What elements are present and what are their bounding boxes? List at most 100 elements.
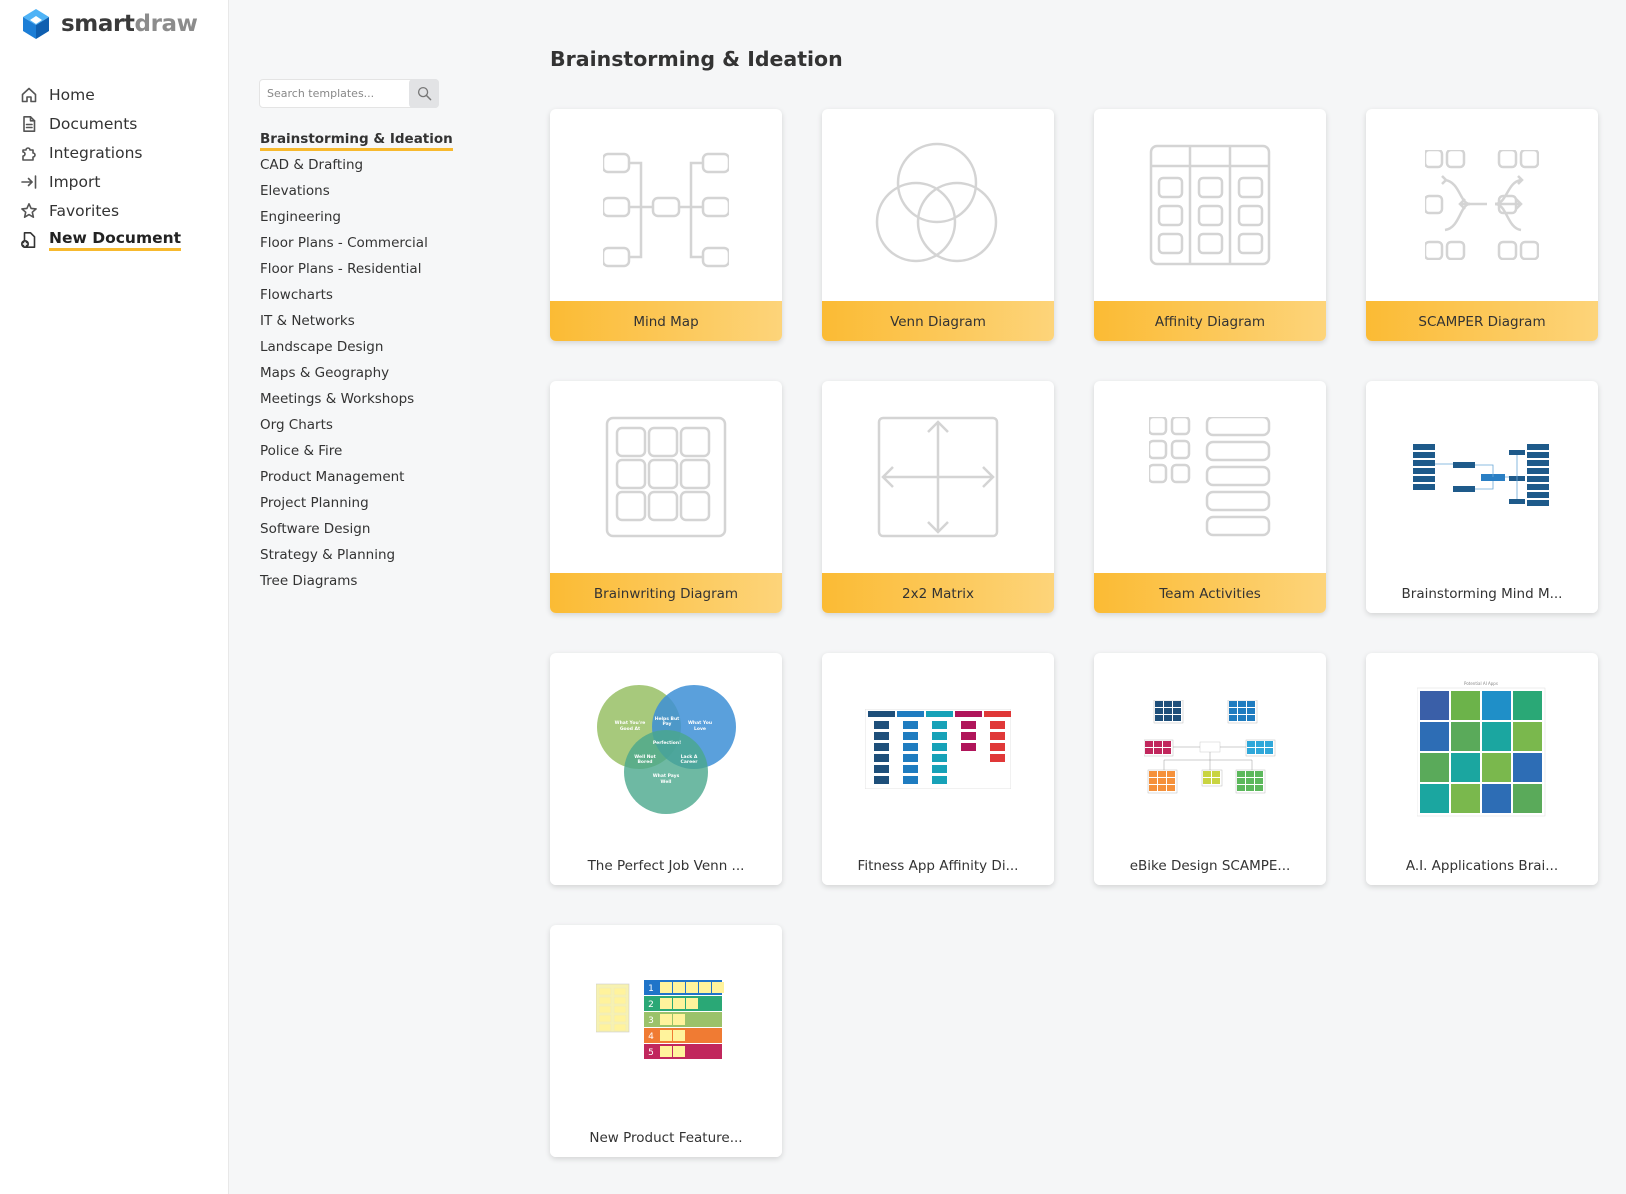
nav-item-import[interactable]: Import — [20, 167, 181, 196]
category-label: Project Planning — [260, 495, 369, 511]
template-card[interactable]: Team Activities — [1094, 381, 1326, 613]
category-label: Flowcharts — [260, 287, 333, 303]
template-thumbnail — [1094, 109, 1326, 301]
nav-item-home[interactable]: Home — [20, 80, 181, 109]
new-document-icon — [20, 231, 38, 249]
template-thumbnail — [822, 109, 1054, 301]
category-item[interactable]: Floor Plans - Commercial — [260, 232, 453, 258]
logo-wordmark: smartdraw — [61, 11, 198, 37]
search-icon — [417, 86, 431, 101]
template-thumbnail: 1 2 3 4 5 — [550, 925, 782, 1117]
category-label: Tree Diagrams — [260, 573, 358, 589]
category-item[interactable]: Landscape Design — [260, 336, 453, 362]
template-card[interactable]: Brainstorming Mind M... — [1366, 381, 1598, 613]
template-title: Brainstorming Mind M... — [1366, 573, 1598, 613]
category-label: Meetings & Workshops — [260, 391, 415, 407]
category-item[interactable]: Floor Plans - Residential — [260, 258, 453, 284]
svg-text:What You're: What You're — [615, 720, 646, 726]
category-item[interactable]: Elevations — [260, 180, 453, 206]
template-card[interactable]: 1 2 3 4 5 New Product Feature... — [550, 925, 782, 1157]
template-title: SCAMPER Diagram — [1366, 301, 1598, 341]
category-item[interactable]: CAD & Drafting — [260, 154, 453, 180]
category-item[interactable]: Maps & Geography — [260, 362, 453, 388]
template-title: Brainwriting Diagram — [550, 573, 782, 613]
svg-text:Potential AI Apps: Potential AI Apps — [1464, 681, 1498, 686]
category-panel: Brainstorming & Ideation CAD & Drafting El… — [229, 0, 470, 1194]
category-item[interactable]: Org Charts — [260, 414, 453, 440]
template-card[interactable]: Mind Map — [550, 109, 782, 341]
nav-item-integrations[interactable]: Integrations — [20, 138, 181, 167]
template-card[interactable]: eBike Design SCAMPE... — [1094, 653, 1326, 885]
nav-item-favorites[interactable]: Favorites — [20, 196, 181, 225]
category-item[interactable]: Brainstorming & Ideation — [260, 128, 453, 154]
svg-text:Career: Career — [681, 759, 699, 765]
svg-text:Pay: Pay — [662, 721, 671, 727]
template-thumbnail — [1366, 381, 1598, 573]
category-label: Elevations — [260, 183, 330, 199]
template-search — [259, 79, 439, 108]
svg-text:4: 4 — [648, 1032, 654, 1042]
integrations-icon — [20, 144, 38, 162]
category-item[interactable]: Tree Diagrams — [260, 570, 453, 596]
nav-item-label: New Document — [49, 228, 182, 251]
smartdraw-logo[interactable]: smartdraw — [20, 8, 198, 40]
category-item[interactable]: Strategy & Planning — [260, 544, 453, 570]
svg-text:Good At: Good At — [620, 726, 641, 732]
category-label: Product Management — [260, 469, 405, 485]
nav-item-label: Import — [49, 172, 101, 191]
category-label: CAD & Drafting — [260, 157, 364, 173]
category-item[interactable]: IT & Networks — [260, 310, 453, 336]
category-item[interactable]: Meetings & Workshops — [260, 388, 453, 414]
svg-text:3: 3 — [648, 1016, 654, 1026]
category-label: Engineering — [260, 209, 341, 225]
template-thumbnail: Potential AI Apps — [1366, 653, 1598, 845]
category-list: Brainstorming & Ideation CAD & Drafting El… — [260, 128, 453, 596]
template-card[interactable]: Affinity Diagram — [1094, 109, 1326, 341]
svg-text:5: 5 — [648, 1048, 654, 1058]
template-title: New Product Feature... — [550, 1117, 782, 1157]
template-title: Affinity Diagram — [1094, 301, 1326, 341]
template-title: A.I. Applications Brai... — [1366, 845, 1598, 885]
template-thumbnail: What You're Good At Helps But Pay What You… — [550, 653, 782, 845]
category-label: Maps & Geography — [260, 365, 390, 381]
svg-text:What You: What You — [688, 720, 712, 726]
category-item[interactable]: Flowcharts — [260, 284, 453, 310]
category-label: Police & Fire — [260, 443, 343, 459]
category-item[interactable]: Project Planning — [260, 492, 453, 518]
category-item[interactable]: Software Design — [260, 518, 453, 544]
template-thumbnail — [550, 109, 782, 301]
template-card[interactable]: Venn Diagram — [822, 109, 1054, 341]
template-thumbnail — [550, 381, 782, 573]
nav-item-new-document[interactable]: New Document — [20, 225, 182, 254]
template-card[interactable]: 2x2 Matrix — [822, 381, 1054, 613]
nav-item-documents[interactable]: Documents — [20, 109, 181, 138]
svg-text:Love: Love — [694, 726, 706, 732]
star-icon — [20, 202, 38, 220]
template-thumbnail — [822, 653, 1054, 845]
category-label: Floor Plans - Residential — [260, 261, 422, 277]
svg-text:1: 1 — [648, 984, 654, 994]
app-sidebar: smartdraw Home Documents Integrations Im… — [0, 0, 229, 1194]
template-title: Mind Map — [550, 301, 782, 341]
template-thumbnail — [1094, 381, 1326, 573]
category-item[interactable]: Engineering — [260, 206, 453, 232]
category-item[interactable]: Police & Fire — [260, 440, 453, 466]
search-input[interactable] — [260, 80, 404, 107]
template-title: Venn Diagram — [822, 301, 1054, 341]
svg-text:Well: Well — [661, 779, 672, 785]
template-card[interactable]: Brainwriting Diagram — [550, 381, 782, 613]
template-title: eBike Design SCAMPE... — [1094, 845, 1326, 885]
search-button[interactable] — [409, 79, 439, 108]
template-card[interactable]: Potential AI Apps A.I. Applications Brai… — [1366, 653, 1598, 885]
main-nav: Home Documents Integrations Import Favor… — [20, 80, 182, 254]
template-thumbnail — [1094, 653, 1326, 845]
template-title: The Perfect Job Venn ... — [550, 845, 782, 885]
document-icon — [20, 115, 38, 133]
category-item[interactable]: Product Management — [260, 466, 453, 492]
template-card[interactable]: SCAMPER Diagram — [1366, 109, 1598, 341]
category-label: Landscape Design — [260, 339, 384, 355]
category-label: Software Design — [260, 521, 371, 537]
template-card[interactable]: Fitness App Affinity Di... — [822, 653, 1054, 885]
template-card[interactable]: What You're Good At Helps But Pay What You… — [550, 653, 782, 885]
category-label: Brainstorming & Ideation — [260, 131, 453, 151]
